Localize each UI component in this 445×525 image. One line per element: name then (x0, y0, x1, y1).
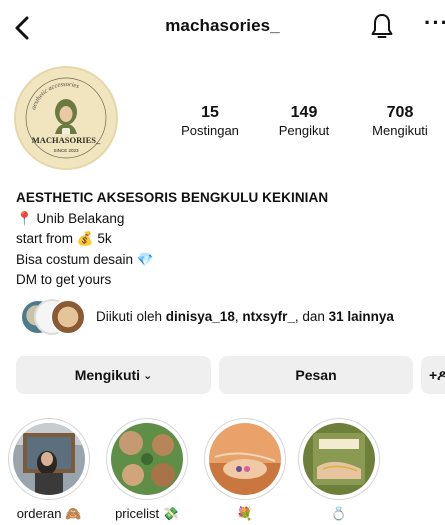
mutual-others-count[interactable]: 31 lainnya (329, 309, 394, 324)
highlight-label: 💐 (236, 506, 254, 521)
top-bar: machasories_ ··· (0, 0, 445, 58)
mutual-user-2[interactable]: ntxsyfr_ (242, 309, 295, 324)
highlight-cover-image (13, 423, 85, 495)
stat-following[interactable]: 708 Mengikuti (358, 104, 442, 139)
highlight-ring (8, 418, 90, 500)
highlight-label: orderan 🙈 (16, 506, 82, 521)
highlight-label: pricelist 💸 (115, 506, 179, 521)
highlight-ring (204, 418, 286, 500)
bio-line-dm: DM to get yours (16, 272, 112, 287)
highlight-ring (106, 418, 188, 500)
highlight-cover-image (303, 423, 375, 495)
profile-display-name: AESTHETIC AKSESORIS BENGKULU KEKINIAN (16, 190, 329, 205)
profile-bio: AESTHETIC AKSESORIS BENGKULU KEKINIAN 📍 … (16, 188, 436, 291)
highlight-cover-image (111, 423, 183, 495)
highlight-cover-image (209, 423, 281, 495)
posts-count: 15 (201, 104, 219, 121)
message-button-label: Pesan (295, 367, 337, 383)
highlight-rings[interactable]: 💍 (298, 418, 380, 522)
following-label: Mengikuti (372, 123, 428, 138)
stat-posts[interactable]: 15 Postingan (170, 104, 250, 139)
followed-by-row[interactable]: Diikuti oleh dinisya_18, ntxsyfr_, dan 3… (20, 299, 445, 337)
following-count: 708 (386, 104, 414, 121)
more-options-button[interactable]: ··· (424, 10, 445, 40)
followers-count: 149 (290, 104, 318, 121)
highlight-pricelist[interactable]: pricelist 💸 (106, 418, 188, 522)
highlight-label: 💍 (330, 506, 348, 521)
chevron-down-icon: ⌄ (143, 370, 153, 382)
bio-line-price: start from 💰 5k (16, 231, 112, 246)
highlight-orderan[interactable]: orderan 🙈 (8, 418, 90, 522)
posts-label: Postingan (181, 123, 239, 138)
add-person-icon: +ዶ (429, 367, 445, 383)
following-button-label: Mengikuti (74, 367, 141, 383)
highlight-ring (298, 418, 380, 500)
followed-by-middle: , dan (294, 309, 329, 324)
mutual-avatar (50, 299, 86, 335)
followed-by-text[interactable]: Diikuti oleh dinisya_18, ntxsyfr_, dan 3… (96, 309, 394, 324)
bio-line-location: 📍 Unib Belakang (16, 210, 125, 226)
profile-avatar[interactable]: aesthetic accessories MACHASORIES_ SINCE… (14, 66, 118, 170)
followed-by-prefix: Diikuti oleh (96, 309, 166, 324)
stat-followers[interactable]: 149 Pengikut (264, 104, 344, 139)
avatar-since-text: SINCE 2023 (53, 148, 79, 153)
following-button[interactable]: Mengikuti ⌄ (16, 356, 211, 394)
avatar-brand-text: MACHASORIES_ (32, 135, 101, 145)
followers-label: Pengikut (278, 123, 330, 138)
highlight-flowers[interactable]: 💐 (204, 418, 286, 522)
mutual-user-1[interactable]: dinisya_18 (166, 309, 235, 324)
bell-icon (371, 14, 393, 38)
bio-line-custom: Bisa costum desain 💎 (16, 251, 154, 267)
message-button[interactable]: Pesan (219, 356, 413, 394)
suggest-user-button[interactable]: +ዶ (421, 356, 445, 394)
notification-button[interactable] (370, 12, 394, 42)
